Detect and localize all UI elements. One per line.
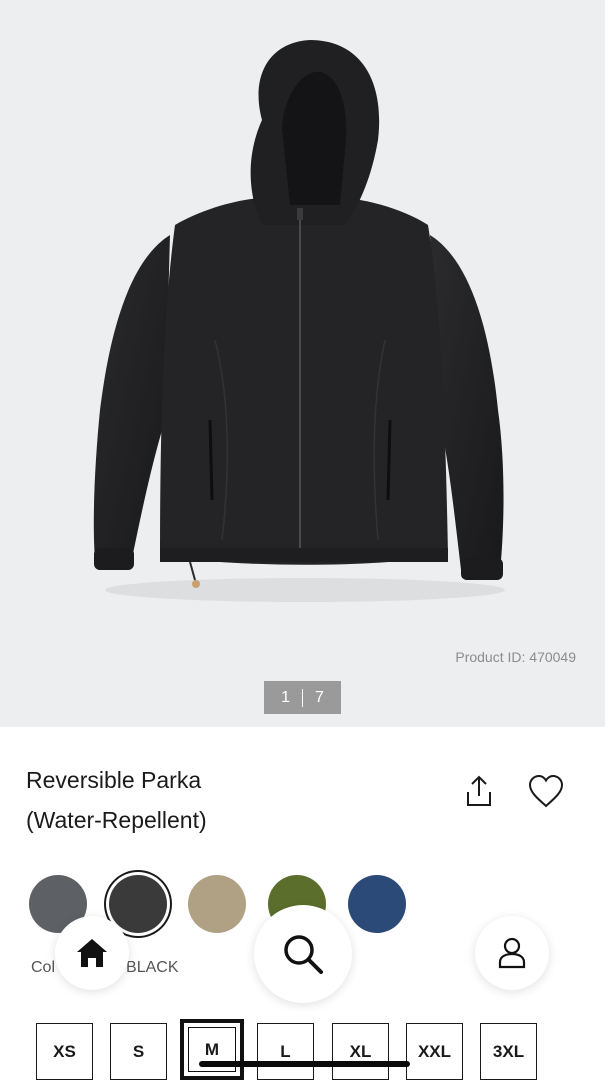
heart-icon bbox=[528, 774, 564, 808]
product-image bbox=[93, 40, 505, 602]
size-label: 3XL bbox=[492, 1041, 525, 1061]
size-label: XL bbox=[349, 1041, 372, 1061]
user-icon bbox=[498, 937, 526, 969]
account-button[interactable] bbox=[475, 916, 549, 990]
home-icon bbox=[77, 939, 107, 967]
size-label: M bbox=[204, 1039, 220, 1059]
home-button[interactable] bbox=[55, 916, 129, 990]
search-icon bbox=[284, 935, 323, 974]
search-button[interactable] bbox=[254, 905, 352, 1003]
home-indicator[interactable] bbox=[199, 1061, 410, 1067]
product-image-gallery[interactable]: Product ID: 470049 1 7 bbox=[0, 0, 605, 727]
product-title-line2: (Water-Repellent) bbox=[26, 807, 207, 833]
selected-color-name: BLACK bbox=[126, 959, 179, 976]
product-id: Product ID: 470049 bbox=[455, 649, 576, 665]
size-option-xl[interactable]: XL bbox=[332, 1023, 389, 1080]
size-label: XXL bbox=[417, 1041, 452, 1061]
size-label: S bbox=[132, 1041, 145, 1061]
image-pager: 1 7 bbox=[264, 681, 341, 714]
share-icon bbox=[467, 775, 491, 806]
size-option-s[interactable]: S bbox=[110, 1023, 167, 1080]
color-label-prefix: Col bbox=[31, 959, 56, 976]
size-option-xs[interactable]: XS bbox=[36, 1023, 93, 1080]
size-label: XS bbox=[53, 1041, 76, 1061]
color-swatch-navy[interactable] bbox=[348, 875, 406, 933]
size-label: L bbox=[280, 1041, 291, 1061]
size-option-3xl[interactable]: 3XL bbox=[480, 1023, 537, 1080]
favorite-button[interactable] bbox=[527, 774, 565, 808]
color-swatch-black[interactable] bbox=[109, 875, 167, 933]
color-swatch-beige[interactable] bbox=[188, 875, 246, 933]
size-option-l[interactable]: L bbox=[257, 1023, 314, 1080]
pager-current: 1 bbox=[281, 688, 290, 706]
product-title-line1: Reversible Parka bbox=[26, 767, 202, 793]
share-button[interactable] bbox=[463, 774, 495, 808]
size-option-xxl[interactable]: XXL bbox=[406, 1023, 463, 1080]
product-title: Reversible Parka (Water-Repellent) bbox=[26, 760, 386, 840]
pager-total: 7 bbox=[315, 688, 324, 706]
pager-divider bbox=[302, 688, 303, 707]
size-option-m[interactable]: M bbox=[180, 1019, 244, 1080]
